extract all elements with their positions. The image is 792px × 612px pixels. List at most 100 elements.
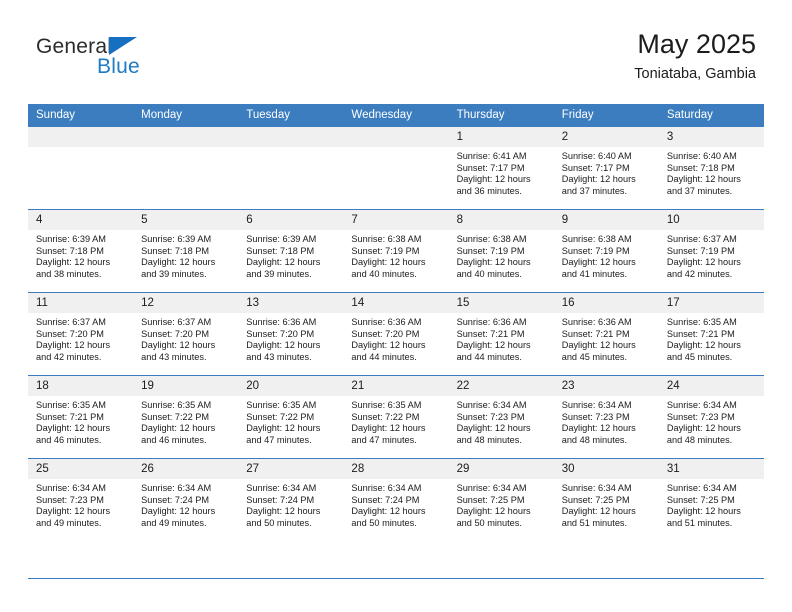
day-number: 26 <box>133 459 239 479</box>
day-sunrise-text: Sunrise: 6:34 AM <box>36 483 106 493</box>
calendar-day-cell[interactable]: 19 Sunrise: 6:35 AM Sunset: 7:22 PM Dayligh… <box>133 375 239 459</box>
calendar-day-cell[interactable]: 12 Sunrise: 6:37 AM Sunset: 7:20 PM Dayligh… <box>133 292 239 376</box>
day-details <box>133 147 238 151</box>
calendar-day-cell[interactable]: 14 Sunrise: 6:36 AM Sunset: 7:20 PM Dayligh… <box>343 292 449 376</box>
general-blue-logo[interactable]: General Blue <box>36 36 196 88</box>
calendar-week-row: 1 Sunrise: 6:41 AM Sunset: 7:17 PM Daylight… <box>28 126 764 210</box>
calendar-day-cell[interactable]: 8 Sunrise: 6:38 AM Sunset: 7:19 PM Daylight… <box>448 209 554 293</box>
day-sunset-text: Sunset: 7:20 PM <box>141 328 210 339</box>
day-cell-inner: 15 Sunrise: 6:36 AM Sunset: 7:21 PM Dayligh… <box>448 293 554 375</box>
day-daylight-line1-text: Daylight: 12 hours <box>561 423 636 434</box>
day-daylight-line2-text: and 45 minutes. <box>561 351 628 362</box>
calendar-day-cell[interactable]: 3 Sunrise: 6:40 AM Sunset: 7:18 PM Daylight… <box>658 126 764 210</box>
day-sunset-text: Sunset: 7:20 PM <box>36 328 104 339</box>
day-sunrise-text: Sunrise: 6:38 AM <box>561 234 632 244</box>
calendar-day-cell[interactable]: 30 Sunrise: 6:34 AM Sunset: 7:25 PM Dayligh… <box>553 458 659 541</box>
day-sunrise-text: Sunrise: 6:34 AM <box>561 400 632 410</box>
day-cell-inner: 22 Sunrise: 6:34 AM Sunset: 7:23 PM Dayligh… <box>448 376 554 458</box>
calendar-day-cell[interactable]: 22 Sunrise: 6:34 AM Sunset: 7:23 PM Dayligh… <box>448 375 554 459</box>
day-daylight-line1-text: Daylight: 12 hours <box>246 423 321 434</box>
day-daylight-line1-text: Daylight: 12 hours <box>351 423 426 434</box>
calendar-day-cell[interactable]: 25 Sunrise: 6:34 AM Sunset: 7:23 PM Dayligh… <box>28 458 134 541</box>
day-cell-inner: 16 Sunrise: 6:36 AM Sunset: 7:21 PM Dayligh… <box>553 293 659 375</box>
calendar-day-cell[interactable]: 24 Sunrise: 6:34 AM Sunset: 7:23 PM Dayligh… <box>658 375 764 459</box>
day-sunset-text: Sunset: 7:23 PM <box>36 494 104 505</box>
day-details: Sunrise: 6:36 AM Sunset: 7:21 PM Daylight:… <box>554 313 659 363</box>
calendar-day-cell[interactable]: 5 Sunrise: 6:39 AM Sunset: 7:18 PM Daylight… <box>133 209 239 293</box>
day-number: 15 <box>448 293 554 313</box>
day-daylight-line2-text: and 48 minutes. <box>561 434 628 445</box>
day-number: 16 <box>553 293 659 313</box>
day-daylight-line2-text: and 42 minutes. <box>36 351 102 362</box>
day-daylight-line1-text: Daylight: 12 hours <box>141 257 216 268</box>
calendar-day-cell[interactable]: 1 Sunrise: 6:41 AM Sunset: 7:17 PM Daylight… <box>448 126 554 210</box>
day-details: Sunrise: 6:38 AM Sunset: 7:19 PM Daylight:… <box>554 230 659 280</box>
day-daylight-line1-text: Daylight: 12 hours <box>666 257 741 268</box>
calendar-day-cell[interactable]: 23 Sunrise: 6:34 AM Sunset: 7:23 PM Dayligh… <box>553 375 659 459</box>
calendar-day-cell[interactable]: 20 Sunrise: 6:35 AM Sunset: 7:22 PM Dayligh… <box>238 375 344 459</box>
day-sunrise-text: Sunrise: 6:38 AM <box>456 234 527 244</box>
day-sunrise-text: Sunrise: 6:34 AM <box>456 400 527 410</box>
calendar-day-cell[interactable]: 28 Sunrise: 6:34 AM Sunset: 7:24 PM Dayligh… <box>343 458 449 541</box>
day-number: 4 <box>28 210 134 230</box>
day-sunrise-text: Sunrise: 6:35 AM <box>141 400 212 410</box>
calendar-day-cell[interactable]: 18 Sunrise: 6:35 AM Sunset: 7:21 PM Dayligh… <box>28 375 134 459</box>
calendar-day-cell[interactable]: 13 Sunrise: 6:36 AM Sunset: 7:20 PM Dayligh… <box>238 292 344 376</box>
day-cell-inner: 29 Sunrise: 6:34 AM Sunset: 7:25 PM Dayligh… <box>448 459 554 541</box>
day-details: Sunrise: 6:36 AM Sunset: 7:20 PM Daylight:… <box>238 313 343 363</box>
day-sunrise-text: Sunrise: 6:35 AM <box>351 400 422 410</box>
day-sunrise-text: Sunrise: 6:40 AM <box>561 151 632 161</box>
calendar-table: Sunday Monday Tuesday Wednesday Thursday… <box>28 104 764 541</box>
weekday-header-saturday: Saturday <box>658 104 764 127</box>
calendar-day-cell[interactable]: 21 Sunrise: 6:35 AM Sunset: 7:22 PM Dayligh… <box>343 375 449 459</box>
day-sunset-text: Sunset: 7:18 PM <box>141 245 210 256</box>
calendar-day-cell[interactable]: 9 Sunrise: 6:38 AM Sunset: 7:19 PM Daylight… <box>553 209 659 293</box>
day-details: Sunrise: 6:34 AM Sunset: 7:24 PM Daylight:… <box>238 479 343 529</box>
day-details: Sunrise: 6:34 AM Sunset: 7:25 PM Daylight:… <box>659 479 764 529</box>
day-sunset-text: Sunset: 7:25 PM <box>561 494 630 505</box>
calendar-day-cell[interactable]: 16 Sunrise: 6:36 AM Sunset: 7:21 PM Dayligh… <box>553 292 659 376</box>
day-daylight-line1-text: Daylight: 12 hours <box>666 423 741 434</box>
calendar-day-cell[interactable]: 15 Sunrise: 6:36 AM Sunset: 7:21 PM Dayligh… <box>448 292 554 376</box>
day-sunrise-text: Sunrise: 6:39 AM <box>246 234 317 244</box>
day-sunrise-text: Sunrise: 6:36 AM <box>246 317 317 327</box>
day-cell-inner: 31 Sunrise: 6:34 AM Sunset: 7:25 PM Dayligh… <box>658 459 764 541</box>
day-daylight-line2-text: and 44 minutes. <box>351 351 417 362</box>
calendar-day-cell[interactable]: 4 Sunrise: 6:39 AM Sunset: 7:18 PM Daylight… <box>28 209 134 293</box>
calendar-day-cell[interactable]: 2 Sunrise: 6:40 AM Sunset: 7:17 PM Daylight… <box>553 126 659 210</box>
calendar-day-cell[interactable]: 31 Sunrise: 6:34 AM Sunset: 7:25 PM Dayligh… <box>658 458 764 541</box>
day-sunset-text: Sunset: 7:25 PM <box>456 494 525 505</box>
day-daylight-line2-text: and 45 minutes. <box>666 351 733 362</box>
calendar-week-row: 4 Sunrise: 6:39 AM Sunset: 7:18 PM Daylight… <box>28 209 764 293</box>
day-details: Sunrise: 6:41 AM Sunset: 7:17 PM Daylight:… <box>449 147 554 197</box>
day-details: Sunrise: 6:35 AM Sunset: 7:21 PM Daylight:… <box>28 396 133 446</box>
day-number: 12 <box>133 293 239 313</box>
day-daylight-line2-text: and 37 minutes. <box>666 185 733 196</box>
day-sunset-text: Sunset: 7:22 PM <box>246 411 315 422</box>
day-number: 30 <box>553 459 659 479</box>
day-sunset-text: Sunset: 7:24 PM <box>141 494 210 505</box>
day-daylight-line1-text: Daylight: 12 hours <box>456 340 531 351</box>
day-number: 19 <box>133 376 239 396</box>
calendar-day-cell[interactable]: 11 Sunrise: 6:37 AM Sunset: 7:20 PM Dayligh… <box>28 292 134 376</box>
calendar-day-cell[interactable]: 27 Sunrise: 6:34 AM Sunset: 7:24 PM Dayligh… <box>238 458 344 541</box>
day-number: 17 <box>658 293 764 313</box>
day-cell-inner: 19 Sunrise: 6:35 AM Sunset: 7:22 PM Dayligh… <box>133 376 239 458</box>
calendar-day-cell[interactable]: 29 Sunrise: 6:34 AM Sunset: 7:25 PM Dayligh… <box>448 458 554 541</box>
day-sunset-text: Sunset: 7:21 PM <box>666 328 735 339</box>
calendar-day-cell[interactable]: 26 Sunrise: 6:34 AM Sunset: 7:24 PM Dayligh… <box>133 458 239 541</box>
calendar-day-cell[interactable]: 6 Sunrise: 6:39 AM Sunset: 7:18 PM Daylight… <box>238 209 344 293</box>
day-details: Sunrise: 6:34 AM Sunset: 7:23 PM Daylight:… <box>28 479 133 529</box>
day-daylight-line2-text: and 48 minutes. <box>666 434 733 445</box>
calendar-day-cell[interactable]: 7 Sunrise: 6:38 AM Sunset: 7:19 PM Daylight… <box>343 209 449 293</box>
calendar-day-cell[interactable]: 17 Sunrise: 6:35 AM Sunset: 7:21 PM Dayligh… <box>658 292 764 376</box>
day-sunrise-text: Sunrise: 6:34 AM <box>456 483 527 493</box>
day-cell-inner: 14 Sunrise: 6:36 AM Sunset: 7:20 PM Dayligh… <box>343 293 449 375</box>
day-sunset-text: Sunset: 7:23 PM <box>456 411 525 422</box>
day-cell-inner: 2 Sunrise: 6:40 AM Sunset: 7:17 PM Daylight… <box>553 127 659 209</box>
calendar-day-cell[interactable]: 10 Sunrise: 6:37 AM Sunset: 7:19 PM Dayligh… <box>658 209 764 293</box>
page-header: General Blue May 2025 Toniataba, Gambia <box>28 28 764 94</box>
day-details: Sunrise: 6:34 AM Sunset: 7:23 PM Daylight:… <box>659 396 764 446</box>
day-details: Sunrise: 6:36 AM Sunset: 7:21 PM Daylight:… <box>449 313 554 363</box>
day-cell-inner: 12 Sunrise: 6:37 AM Sunset: 7:20 PM Dayligh… <box>133 293 239 375</box>
